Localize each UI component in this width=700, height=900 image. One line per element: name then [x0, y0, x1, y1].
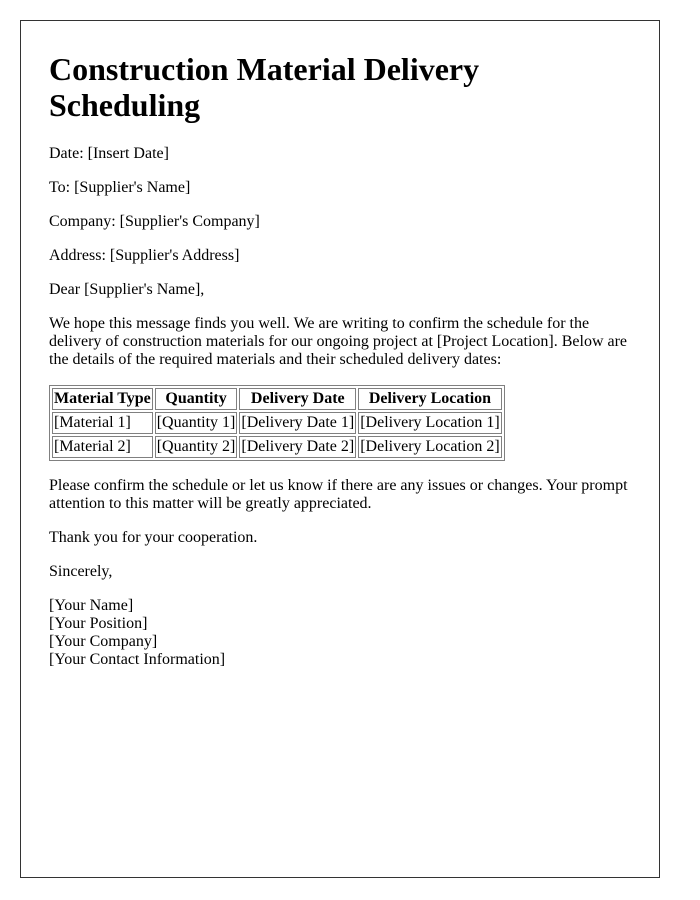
- letter-title: Construction Material Delivery Schedulin…: [49, 51, 480, 123]
- date-line: Date: [Insert Date]: [49, 145, 169, 162]
- letter-page: Construction Material Delivery Schedulin…: [20, 20, 660, 878]
- cell-delivery-date: [Delivery Date 1]: [239, 412, 357, 434]
- header-delivery-location: Delivery Location: [358, 388, 502, 410]
- intro-paragraph: We hope this message finds you well. We …: [49, 315, 628, 368]
- cell-quantity: [Quantity 2]: [154, 436, 238, 458]
- cell-material: [Material 2]: [52, 436, 153, 458]
- salutation: Dear [Supplier's Name],: [49, 281, 205, 298]
- cell-material: [Material 1]: [52, 412, 153, 434]
- thanks-line: Thank you for your cooperation.: [49, 529, 258, 546]
- materials-table: Material Type Quantity Delivery Date Del…: [49, 385, 505, 461]
- signature-block: [Your Name] [Your Position] [Your Compan…: [49, 597, 631, 669]
- address-line: Address: [Supplier's Address]: [49, 247, 240, 264]
- signature-contact: [Your Contact Information]: [49, 651, 226, 668]
- signature-position: [Your Position]: [49, 615, 148, 632]
- recipient-line: To: [Supplier's Name]: [49, 179, 191, 196]
- cell-delivery-location: [Delivery Location 1]: [358, 412, 502, 434]
- header-material-type: Material Type: [52, 388, 153, 410]
- closing-request-paragraph: Please confirm the schedule or let us kn…: [49, 477, 628, 512]
- cell-delivery-date: [Delivery Date 2]: [239, 436, 357, 458]
- cell-quantity: [Quantity 1]: [154, 412, 238, 434]
- cell-delivery-location: [Delivery Location 2]: [358, 436, 502, 458]
- table-row: [Material 2] [Quantity 2] [Delivery Date…: [52, 436, 502, 458]
- header-quantity: Quantity: [154, 388, 238, 410]
- header-delivery-date: Delivery Date: [239, 388, 357, 410]
- table-row: [Material 1] [Quantity 1] [Delivery Date…: [52, 412, 502, 434]
- signature-company: [Your Company]: [49, 633, 158, 650]
- signature-name: [Your Name]: [49, 597, 134, 614]
- sign-off: Sincerely,: [49, 563, 113, 580]
- company-line: Company: [Supplier's Company]: [49, 213, 260, 230]
- table-header-row: Material Type Quantity Delivery Date Del…: [52, 388, 502, 410]
